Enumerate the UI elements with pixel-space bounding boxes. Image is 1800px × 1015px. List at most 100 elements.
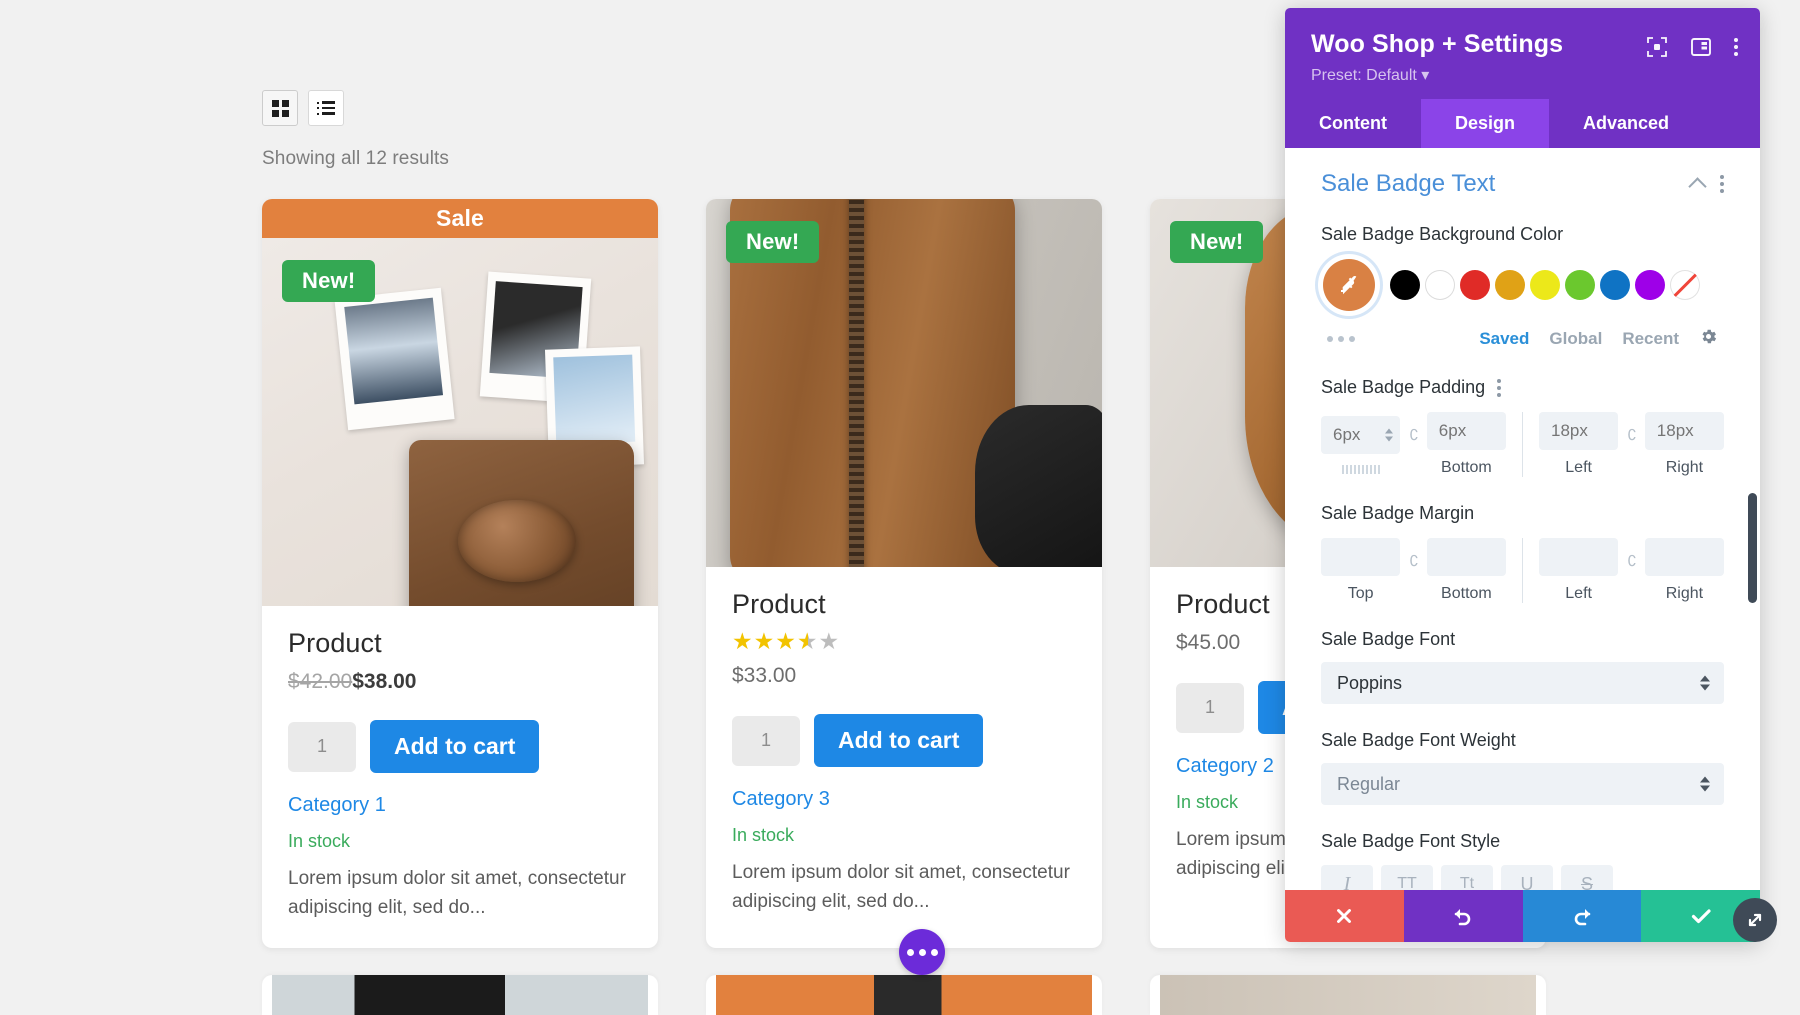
product-image[interactable]: New! — [706, 199, 1102, 567]
tab-design[interactable]: Design — [1421, 99, 1549, 148]
margin-left-cell: Left — [1539, 538, 1618, 603]
product-category-link[interactable]: Category 3 — [732, 788, 1076, 811]
gear-icon[interactable] — [1699, 327, 1718, 351]
product-card[interactable]: Sale New! Product $42.00$38.00 — [262, 199, 658, 948]
grid-icon — [272, 100, 289, 117]
swatch-red[interactable] — [1460, 270, 1490, 300]
padding-left-cell: Left — [1539, 412, 1618, 477]
padding-bottom-caption: Bottom — [1441, 459, 1492, 477]
padding-overflow-menu-icon[interactable] — [1497, 379, 1501, 397]
section-overflow-menu-icon[interactable] — [1720, 175, 1724, 193]
padding-top-slider[interactable] — [1342, 465, 1380, 474]
panel-header-icons — [1646, 36, 1738, 58]
swatch-white[interactable] — [1425, 270, 1455, 300]
dot — [931, 949, 938, 956]
camera-lens — [458, 500, 575, 582]
redo-button[interactable] — [1523, 890, 1642, 942]
new-badge: New! — [1170, 221, 1263, 263]
font-weight-label: Sale Badge Font Weight — [1321, 730, 1724, 751]
color-swatch-row — [1321, 259, 1724, 311]
fullscreen-icon[interactable] — [1646, 36, 1668, 58]
swatch-black[interactable] — [1390, 270, 1420, 300]
padding-horizontal-group: Left ∁ Right — [1522, 412, 1724, 477]
product-card[interactable] — [706, 975, 1102, 1015]
margin-right-caption: Right — [1666, 585, 1703, 603]
swatch-purple[interactable] — [1635, 270, 1665, 300]
undo-button[interactable] — [1404, 890, 1523, 942]
capitalize-button[interactable]: Tt — [1441, 865, 1493, 890]
margin-horizontal-link-icon[interactable]: ∁ — [1618, 552, 1645, 570]
grid-view-button[interactable] — [262, 90, 298, 126]
discard-button[interactable] — [1285, 890, 1404, 942]
swatch-orange[interactable] — [1495, 270, 1525, 300]
margin-vertical-link-icon[interactable]: ∁ — [1400, 552, 1427, 570]
padding-left-input[interactable] — [1539, 412, 1618, 450]
swatch-yellow[interactable] — [1530, 270, 1560, 300]
list-icon — [317, 101, 335, 115]
quantity-input[interactable] — [732, 716, 800, 766]
padding-bottom-cell: Bottom — [1427, 412, 1506, 477]
font-select[interactable] — [1321, 662, 1724, 704]
panel-resize-handle[interactable] — [1733, 898, 1777, 942]
margin-left-input[interactable] — [1539, 538, 1618, 576]
quantity-input[interactable] — [1176, 683, 1244, 733]
margin-bottom-cell: Bottom — [1427, 538, 1506, 603]
product-title: Product — [732, 589, 1076, 620]
padding-right-cell: Right — [1645, 412, 1724, 477]
font-weight-select[interactable] — [1321, 763, 1724, 805]
layout-toggle-icon[interactable] — [1690, 36, 1712, 58]
swatch-green[interactable] — [1565, 270, 1595, 300]
chevron-up-icon[interactable] — [1688, 177, 1706, 195]
palette-tabs: Saved Global Recent — [1479, 327, 1718, 351]
swatch-no-color[interactable] — [1670, 270, 1700, 300]
product-card[interactable] — [262, 975, 658, 1015]
swatch-blue[interactable] — [1600, 270, 1630, 300]
tab-content[interactable]: Content — [1285, 99, 1421, 148]
product-card[interactable] — [1150, 975, 1546, 1015]
font-style-label: Sale Badge Font Style — [1321, 831, 1724, 852]
palette-row: Saved Global Recent — [1321, 327, 1724, 351]
padding-horizontal-link-icon[interactable]: ∁ — [1618, 426, 1645, 444]
italic-button[interactable]: I — [1321, 865, 1373, 890]
margin-right-input[interactable] — [1645, 538, 1724, 576]
panel-scrollbar[interactable] — [1748, 493, 1757, 603]
overflow-menu-icon[interactable] — [1734, 38, 1738, 56]
product-card[interactable]: New! Product ★★★★★ $33.00 Add to cart — [706, 199, 1102, 948]
selected-color-swatch[interactable] — [1323, 259, 1375, 311]
panel-preset-selector[interactable]: Preset: Default ▾ — [1311, 65, 1734, 85]
margin-bottom-input[interactable] — [1427, 538, 1506, 576]
palette-tab-saved[interactable]: Saved — [1479, 329, 1529, 349]
add-to-cart-button[interactable]: Add to cart — [370, 720, 539, 773]
uppercase-button[interactable]: TT — [1381, 865, 1433, 890]
padding-bottom-input[interactable] — [1427, 412, 1506, 450]
padding-vertical-link-icon[interactable]: ∁ — [1400, 426, 1427, 444]
tab-advanced[interactable]: Advanced — [1549, 99, 1703, 148]
zipper — [849, 199, 863, 567]
margin-left-caption: Left — [1565, 585, 1592, 603]
price-new: $38.00 — [352, 670, 416, 693]
padding-right-input[interactable] — [1645, 412, 1724, 450]
price-old: $42.00 — [288, 670, 352, 693]
list-view-button[interactable] — [308, 90, 344, 126]
margin-top-caption: Top — [1348, 585, 1374, 603]
palette-tab-global[interactable]: Global — [1549, 329, 1602, 349]
margin-top-cell: Top — [1321, 538, 1400, 603]
strikethrough-button[interactable]: S — [1561, 865, 1613, 890]
padding-top-stepper[interactable] — [1385, 428, 1393, 441]
dot — [907, 949, 914, 956]
panel-header: Woo Shop + Settings Preset: Default ▾ — [1285, 8, 1760, 99]
margin-right-cell: Right — [1645, 538, 1724, 603]
rating-stars: ★★★★★ — [732, 630, 1076, 653]
font-weight-select-wrap — [1321, 763, 1724, 805]
margin-top-input[interactable] — [1321, 538, 1400, 576]
margin-horizontal-group: Left ∁ Right — [1522, 538, 1724, 603]
underline-button[interactable]: U — [1501, 865, 1553, 890]
product-category-link[interactable]: Category 1 — [288, 794, 632, 817]
palette-tab-recent[interactable]: Recent — [1622, 329, 1679, 349]
add-to-cart-button[interactable]: Add to cart — [814, 714, 983, 767]
more-options-button[interactable] — [899, 929, 945, 975]
product-image[interactable]: New! — [262, 238, 658, 606]
quantity-input[interactable] — [288, 722, 356, 772]
product-grid-next-row — [262, 975, 1546, 1015]
palette-more-icon[interactable] — [1327, 336, 1355, 342]
